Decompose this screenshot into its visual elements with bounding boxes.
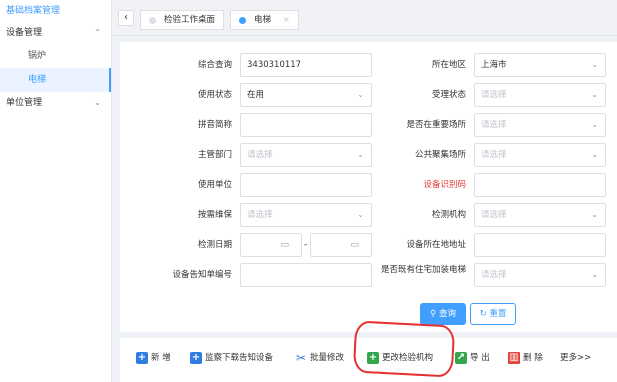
back-icon[interactable]: ‹	[118, 10, 134, 26]
chevron-down-icon: ⌄	[94, 98, 101, 107]
chevron-down-icon: ⌄	[591, 150, 598, 159]
more-button[interactable]: 更多>>	[560, 350, 591, 366]
department-select[interactable]: 请选择 ⌄	[240, 143, 372, 167]
search-icon: ⚲	[430, 309, 437, 319]
field-label: 使用单位	[197, 180, 232, 190]
chevron-down-icon: ⌄	[591, 60, 598, 69]
select-placeholder: 请选择	[247, 210, 273, 220]
select-value: 在用	[247, 90, 265, 100]
sidebar-group-unit[interactable]: 单位管理 ⌄	[0, 92, 111, 114]
chevron-up-icon: ⌃	[94, 28, 101, 37]
tab-elevator[interactable]: 电梯 ×	[230, 10, 299, 30]
device-address-input[interactable]	[474, 233, 606, 257]
query-label: 查询	[438, 309, 456, 319]
select-placeholder: 请选择	[481, 90, 507, 100]
acceptance-status-select[interactable]: 请选择 ⌄	[474, 83, 606, 107]
refresh-icon: ↻	[479, 309, 487, 319]
delete-label: 删 除	[523, 353, 543, 363]
inspection-org-select[interactable]: 请选择 ⌄	[474, 203, 606, 227]
tab-dot-icon	[239, 16, 246, 24]
field-label: 设备识别码	[423, 180, 466, 190]
field-label: 主管部门	[197, 150, 232, 160]
sidebar-group-label: 单位管理	[6, 98, 43, 108]
export-button[interactable]: ↗ 导 出	[455, 350, 490, 366]
field-label: 检测日期	[197, 240, 232, 250]
chevron-down-icon: ⌄	[591, 210, 598, 219]
field-label: 是否在重要场所	[406, 120, 466, 130]
select-placeholder: 请选择	[481, 120, 507, 130]
field-label: 受理状态	[431, 90, 466, 100]
sidebar-group-label: 设备管理	[6, 28, 43, 38]
usage-status-select[interactable]: 在用 ⌄	[240, 83, 372, 107]
field-label: 检测机构	[431, 210, 466, 220]
chevron-down-icon: ⌄	[591, 270, 598, 279]
field-label: 使用状态	[197, 90, 232, 100]
field-label: 公共聚集场所	[414, 150, 466, 160]
residential-elevator-select[interactable]: 请选择 ⌄	[474, 263, 606, 287]
plus-icon: +	[367, 352, 379, 364]
region-select[interactable]: 上海市 ⌄	[474, 53, 606, 77]
tab-dot-icon	[149, 16, 156, 24]
query-button[interactable]: ⚲ 查询	[420, 303, 466, 325]
add-label: 新 增	[151, 353, 171, 363]
tab-bar: ‹ 检验工作桌面 电梯 ×	[112, 0, 617, 36]
reset-button[interactable]: ↻ 重置	[470, 303, 516, 325]
tab-label: 检验工作桌面	[164, 15, 216, 25]
calendar-icon: ▭	[280, 240, 289, 250]
plus-icon: +	[190, 352, 202, 364]
download-notice-button[interactable]: + 监察下载告知设备	[190, 350, 273, 366]
user-unit-input[interactable]	[240, 173, 372, 197]
important-place-select[interactable]: 请选择 ⌄	[474, 113, 606, 137]
sidebar-group-equipment[interactable]: 设备管理 ⌃	[0, 22, 111, 44]
field-label: 设备所在地地址	[406, 240, 466, 250]
select-placeholder: 请选择	[481, 150, 507, 160]
export-label: 导 出	[470, 353, 490, 363]
date-separator: -	[304, 240, 308, 250]
date-start-input[interactable]: ▭	[240, 233, 302, 257]
close-icon[interactable]: ×	[283, 11, 290, 29]
field-label: 拼音简称	[197, 120, 232, 130]
add-button[interactable]: + 新 增	[136, 350, 171, 366]
delete-button[interactable]: ▥ 删 除	[508, 350, 543, 366]
tab-workbench[interactable]: 检验工作桌面	[140, 10, 225, 30]
sidebar-item-elevator[interactable]: 电梯	[0, 68, 111, 92]
search-form: 综合查询 3430310117 所在地区 上海市 ⌄ 使用状态 在用 ⌄ 受理状…	[120, 42, 617, 332]
field-label: 设备告知单编号	[172, 270, 232, 280]
chevron-down-icon: ⌄	[591, 120, 598, 129]
field-label: 综合查询	[197, 60, 232, 70]
pinyin-abbr-input[interactable]	[240, 113, 372, 137]
select-value: 上海市	[481, 60, 507, 70]
sidebar: 基础档案管理 设备管理 ⌃ 锅炉 电梯 单位管理 ⌄	[0, 0, 112, 382]
comprehensive-query-input[interactable]: 3430310117	[240, 53, 372, 77]
trash-icon: ▥	[508, 352, 520, 364]
sidebar-item-boiler[interactable]: 锅炉	[0, 44, 111, 68]
plus-icon: +	[136, 352, 148, 364]
device-code-input[interactable]	[474, 173, 606, 197]
select-placeholder: 请选择	[481, 270, 507, 280]
field-label: 按需维保	[197, 210, 232, 220]
batch-label: 批量修改	[310, 353, 345, 363]
chevron-down-icon: ⌄	[591, 90, 598, 99]
notice-number-input[interactable]	[240, 263, 372, 287]
change-org-button[interactable]: + 更改检验机构	[367, 350, 433, 366]
field-label: 是否既有住宅加装电梯	[380, 265, 466, 275]
download-label: 监察下载告知设备	[205, 353, 274, 363]
action-toolbar: + 新 增 + 监察下载告知设备 ✂ 批量修改 + 更改检验机构 ↗ 导 出 ▥…	[120, 338, 617, 382]
export-icon: ↗	[455, 352, 467, 364]
select-placeholder: 请选择	[247, 150, 273, 160]
reset-label: 重置	[489, 309, 507, 319]
batch-edit-button[interactable]: ✂ 批量修改	[295, 350, 344, 366]
sidebar-title[interactable]: 基础档案管理	[0, 0, 111, 22]
scissors-icon: ✂	[295, 351, 307, 365]
field-label: 所在地区	[431, 60, 466, 70]
public-gathering-select[interactable]: 请选择 ⌄	[474, 143, 606, 167]
maintenance-select[interactable]: 请选择 ⌄	[240, 203, 372, 227]
change-label: 更改检验机构	[382, 353, 434, 363]
tab-label: 电梯	[254, 15, 272, 25]
select-placeholder: 请选择	[481, 210, 507, 220]
